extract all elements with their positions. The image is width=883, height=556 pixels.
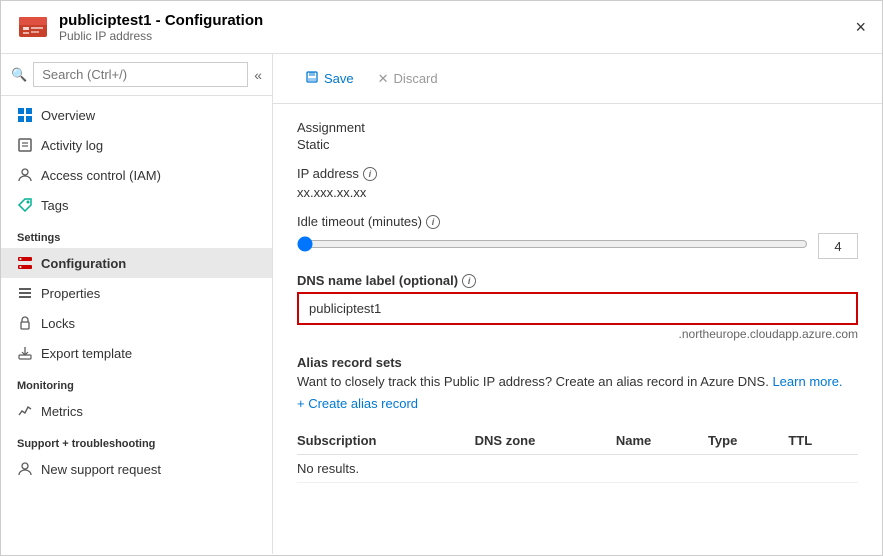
ip-address-value: xx.xxx.xx.xx [297, 185, 858, 200]
th-name: Name [616, 427, 708, 455]
sidebar-item-tags[interactable]: Tags [1, 190, 272, 220]
properties-icon [17, 285, 33, 301]
alias-record-section: Alias record sets Want to closely track … [297, 355, 858, 413]
support-icon [17, 461, 33, 477]
sidebar-item-locks[interactable]: Locks [1, 308, 272, 338]
th-dns-zone: DNS zone [475, 427, 616, 455]
sidebar-item-properties[interactable]: Properties [1, 278, 272, 308]
create-alias-record-link[interactable]: + Create alias record [297, 396, 418, 411]
alias-records-table: Subscription DNS zone Name Type TTL No r… [297, 427, 858, 483]
sidebar-item-activitylog-label: Activity log [41, 138, 103, 153]
table-section: Subscription DNS zone Name Type TTL No r… [297, 427, 858, 483]
dns-suffix: .northeurope.cloudapp.azure.com [297, 327, 858, 341]
export-icon [17, 345, 33, 361]
sidebar-item-locks-label: Locks [41, 316, 75, 331]
dns-name-label: DNS name label (optional) [297, 273, 458, 288]
configuration-icon [17, 255, 33, 271]
ip-address-info-icon[interactable]: i [363, 167, 377, 181]
sidebar-item-configuration-label: Configuration [41, 256, 126, 271]
sidebar: 🔍 « Overview Activity log [1, 54, 273, 554]
sidebar-item-activitylog[interactable]: Activity log [1, 130, 272, 160]
idle-timeout-field: Idle timeout (minutes) i 4 [297, 214, 858, 259]
idle-timeout-label-row: Idle timeout (minutes) i [297, 214, 858, 229]
collapse-sidebar-button[interactable]: « [254, 67, 262, 83]
idle-timeout-label: Idle timeout (minutes) [297, 214, 422, 229]
alias-record-desc: Want to closely track this Public IP add… [297, 374, 858, 389]
search-input[interactable] [33, 62, 248, 87]
activitylog-icon [17, 137, 33, 153]
save-button[interactable]: Save [293, 64, 366, 93]
title-text: publiciptest1 - Configuration Public IP … [59, 12, 263, 43]
locks-icon [17, 315, 33, 331]
sidebar-nav: Overview Activity log Access control (IA… [1, 96, 272, 488]
sidebar-item-iam[interactable]: Access control (IAM) [1, 160, 272, 190]
sidebar-item-overview-label: Overview [41, 108, 95, 123]
table-no-results-row: No results. [297, 455, 858, 483]
idle-timeout-slider-row: 4 [297, 233, 858, 259]
content-area: Assignment Static IP address i xx.xxx.xx… [273, 104, 882, 499]
sidebar-item-tags-label: Tags [41, 198, 68, 213]
tags-icon [17, 197, 33, 213]
dns-name-section: DNS name label (optional) i .northeurope… [297, 273, 858, 341]
alias-record-sets-label: Alias record sets [297, 355, 858, 370]
sidebar-item-overview[interactable]: Overview [1, 100, 272, 130]
dns-name-info-icon[interactable]: i [462, 274, 476, 288]
no-results-label: No results. [297, 455, 858, 483]
iam-icon [17, 167, 33, 183]
close-button[interactable]: × [855, 17, 866, 38]
sidebar-item-export-label: Export template [41, 346, 132, 361]
toolbar: Save ✕ Discard [273, 54, 882, 104]
sidebar-item-metrics[interactable]: Metrics [1, 396, 272, 426]
dns-input-wrapper [297, 292, 858, 325]
assignment-label: Assignment [297, 120, 858, 135]
idle-timeout-info-icon[interactable]: i [426, 215, 440, 229]
discard-label: Discard [394, 71, 438, 86]
support-section-label: Support + troubleshooting [1, 426, 272, 454]
monitoring-section-label: Monitoring [1, 368, 272, 396]
dns-name-label-row: DNS name label (optional) i [297, 273, 858, 288]
main-content: Save ✕ Discard Assignment Static IP addr… [273, 54, 882, 554]
discard-icon: ✕ [378, 71, 389, 87]
sidebar-item-support-label: New support request [41, 462, 161, 477]
idle-timeout-value-box: 4 [818, 233, 858, 259]
sidebar-item-configuration[interactable]: Configuration [1, 248, 272, 278]
title-bar: publiciptest1 - Configuration Public IP … [1, 1, 882, 54]
page-title: publiciptest1 - Configuration [59, 12, 263, 29]
search-icon: 🔍 [11, 67, 27, 83]
title-bar-left: publiciptest1 - Configuration Public IP … [17, 11, 263, 43]
sidebar-item-support[interactable]: New support request [1, 454, 272, 484]
sidebar-item-export[interactable]: Export template [1, 338, 272, 368]
assignment-value: Static [297, 137, 858, 152]
main-layout: 🔍 « Overview Activity log [1, 54, 882, 554]
alias-learn-more-link[interactable]: Learn more. [772, 374, 842, 389]
page-subtitle: Public IP address [59, 29, 263, 43]
search-bar: 🔍 « [1, 54, 272, 96]
sidebar-item-metrics-label: Metrics [41, 404, 83, 419]
overview-icon [17, 107, 33, 123]
sidebar-item-properties-label: Properties [41, 286, 100, 301]
public-ip-icon [17, 11, 49, 43]
sidebar-item-iam-label: Access control (IAM) [41, 168, 161, 183]
settings-section-label: Settings [1, 220, 272, 248]
ip-address-label: IP address [297, 166, 359, 181]
discard-button[interactable]: ✕ Discard [366, 65, 450, 93]
idle-timeout-slider[interactable] [297, 236, 808, 252]
th-subscription: Subscription [297, 427, 475, 455]
th-ttl: TTL [788, 427, 858, 455]
metrics-icon [17, 403, 33, 419]
th-type: Type [708, 427, 788, 455]
table-header-row: Subscription DNS zone Name Type TTL [297, 427, 858, 455]
save-icon [305, 70, 319, 87]
ip-address-label-row: IP address i [297, 166, 858, 181]
ip-address-field: IP address i xx.xxx.xx.xx [297, 166, 858, 200]
save-label: Save [324, 71, 354, 86]
dns-name-input[interactable] [301, 296, 854, 321]
idle-timeout-slider-container [297, 236, 808, 257]
alias-record-desc-text: Want to closely track this Public IP add… [297, 374, 769, 389]
assignment-field: Assignment Static [297, 120, 858, 152]
